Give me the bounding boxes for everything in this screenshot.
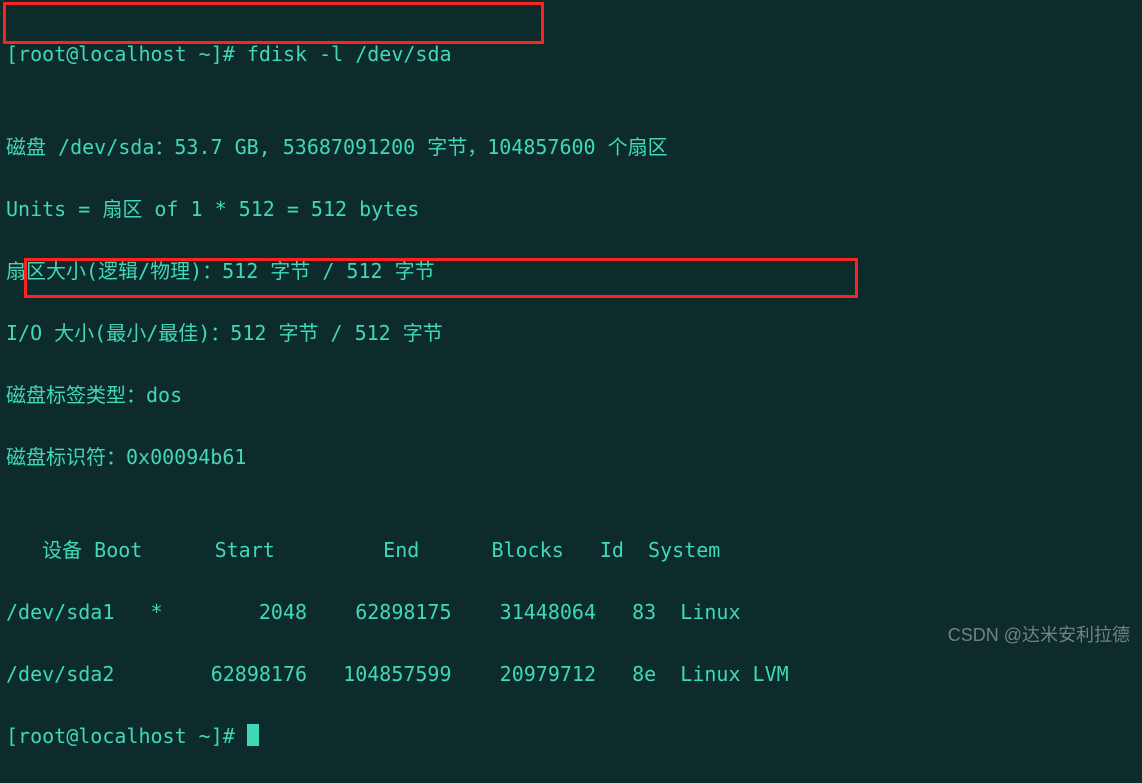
sector-size-line: 扇区大小(逻辑/物理)：512 字节 / 512 字节 xyxy=(6,256,1136,287)
prompt-line: [root@localhost ~]# fdisk -l /dev/sda xyxy=(6,39,1136,70)
cursor-icon[interactable] xyxy=(247,724,259,746)
watermark-text: CSDN @达米安利拉德 xyxy=(948,622,1130,650)
prompt-line: [root@localhost ~]# xyxy=(6,721,1136,752)
shell-prompt: [root@localhost ~]# xyxy=(6,42,247,66)
label-type-line: 磁盘标签类型：dos xyxy=(6,380,1136,411)
disk-info-line: 磁盘 /dev/sda：53.7 GB, 53687091200 字节，1048… xyxy=(6,132,1136,163)
shell-prompt: [root@localhost ~]# xyxy=(6,724,247,748)
terminal-output[interactable]: [root@localhost ~]# fdisk -l /dev/sda 磁盘… xyxy=(6,8,1136,783)
units-line: Units = 扇区 of 1 * 512 = 512 bytes xyxy=(6,194,1136,225)
partition-table-header: 设备 Boot Start End Blocks Id System xyxy=(6,535,1136,566)
io-size-line: I/O 大小(最小/最佳)：512 字节 / 512 字节 xyxy=(6,318,1136,349)
command-text: fdisk -l /dev/sda xyxy=(247,42,452,66)
disk-id-line: 磁盘标识符：0x00094b61 xyxy=(6,442,1136,473)
table-row: /dev/sda2 62898176 104857599 20979712 8e… xyxy=(6,659,1136,690)
